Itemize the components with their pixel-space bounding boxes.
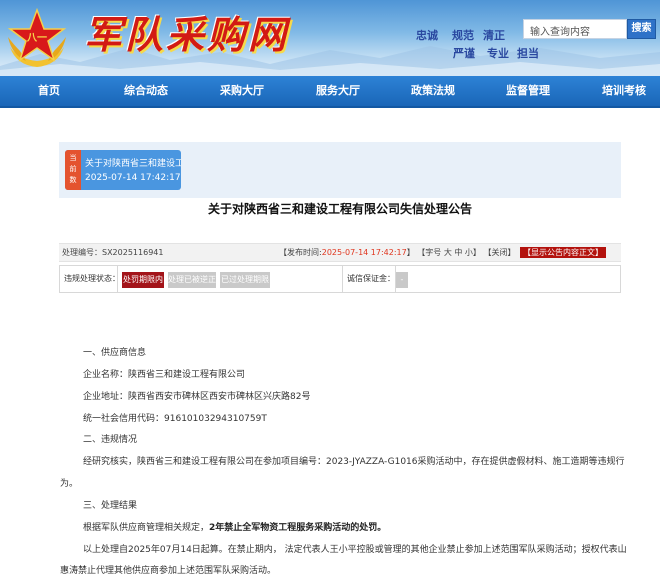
company-address-row: 企业地址：陕西省西安市碑林区西安市碑林区兴庆路82号 <box>83 392 311 402</box>
slogan-1: 忠诚 <box>416 29 438 42</box>
slogan-3: 清正 <box>483 29 505 42</box>
search-input[interactable]: 输入查询内容 <box>523 19 627 39</box>
decision-text-line-2: 惠涛禁止代理其他供应商参加上述范围军队采购活动。 <box>60 566 277 576</box>
show-body-button[interactable]: 【显示公告内容正文】 <box>520 247 606 258</box>
close-link[interactable]: 【关闭】 <box>483 248 515 257</box>
main-nav: 首页 综合动态 采购大厅 服务大厅 政策法规 监督管理 培训考核 <box>0 76 660 108</box>
slogan-6: 担当 <box>517 47 539 60</box>
nav-item-supervision[interactable]: 监督管理 <box>506 76 550 106</box>
nav-item-service-hall[interactable]: 服务大厅 <box>316 76 360 106</box>
section-heading-result: 三、处理结果 <box>83 501 138 511</box>
svg-text:八一: 八一 <box>26 32 47 44</box>
status-corrected[interactable]: 处理已被逆正 <box>168 272 216 288</box>
violation-text-line-2: 为。 <box>60 479 79 489</box>
nav-item-news[interactable]: 综合动态 <box>124 76 168 106</box>
notice-datetime: 2025-07-14 17:42:17 <box>85 173 181 183</box>
current-data-tab[interactable]: 当 前 数 关于对陕西省三和建设工 2025-07-14 17:42:17 <box>65 150 181 190</box>
search-button[interactable]: 搜索 <box>627 19 656 39</box>
status-label: 违规处理状态： <box>60 266 120 292</box>
nav-item-home[interactable]: 首页 <box>38 76 60 106</box>
page-title: 关于对陕西省三和建设工程有限公司失信处理公告 <box>207 202 472 216</box>
serial-number: 处理编号：SX2025116941 <box>62 248 164 257</box>
font-size-small-link[interactable]: 小 <box>465 248 473 257</box>
section-heading-supplier: 一、供应商信息 <box>83 348 147 358</box>
article-tools: 【发布时间:2025-07-14 17:42:17】 【字号 大 中 小】 【关… <box>279 247 606 258</box>
section-heading-violation: 二、违规情况 <box>83 435 138 445</box>
slogan-5: 专业 <box>487 47 509 60</box>
status-table: 违规处理状态： 处罚期限内 处理已被逆正 已过处理期限 诚信保证金： - <box>59 265 621 293</box>
notice-title: 关于对陕西省三和建设工 <box>85 159 181 169</box>
site-title: 军队采购网 <box>84 12 290 57</box>
deposit-value: - <box>396 272 408 288</box>
font-size-large-link[interactable]: 大 <box>444 248 452 257</box>
nav-item-procurement-hall[interactable]: 采购大厅 <box>220 76 264 106</box>
article-meta-bar: 处理编号：SX2025116941 【发布时间:2025-07-14 17:42… <box>59 243 621 262</box>
result-text: 根据军队供应商管理相关规定，2年禁止全军物资工程服务采购活动的处罚。 <box>83 523 387 533</box>
credit-code-row: 统一社会信用代码：91610103294310759T <box>83 414 267 424</box>
font-size-medium-link[interactable]: 中 <box>454 248 462 257</box>
slogan-2: 规范 <box>452 29 474 42</box>
status-in-penalty[interactable]: 处罚期限内 <box>122 272 164 288</box>
site-banner: 八一 军队采购网 忠诚 规范 清正 严谨 专业 担当 输入查询内容 搜索 <box>0 0 660 76</box>
army-emblem-icon: 八一 <box>7 7 67 67</box>
publish-time: 2025-07-14 17:42:17 <box>321 248 407 257</box>
slogan-4: 严谨 <box>453 47 475 60</box>
deposit-label: 诚信保证金： <box>342 266 396 292</box>
current-data-label: 当 前 数 <box>65 150 81 190</box>
status-expired[interactable]: 已过处理期限 <box>220 272 270 288</box>
company-name-row: 企业名称：陕西省三和建设工程有限公司 <box>83 370 246 380</box>
violation-text-line-1: 经研究核实，陕西省三和建设工程有限公司在参加项目编号：2023-JYAZZA-G… <box>83 457 625 467</box>
nav-item-training[interactable]: 培训考核 <box>602 76 646 106</box>
nav-item-policy[interactable]: 政策法规 <box>411 76 455 106</box>
decision-text-line-1: 以上处理自2025年07月14日起算。在禁止期内， 法定代表人王小平控股或管理的… <box>83 545 627 555</box>
